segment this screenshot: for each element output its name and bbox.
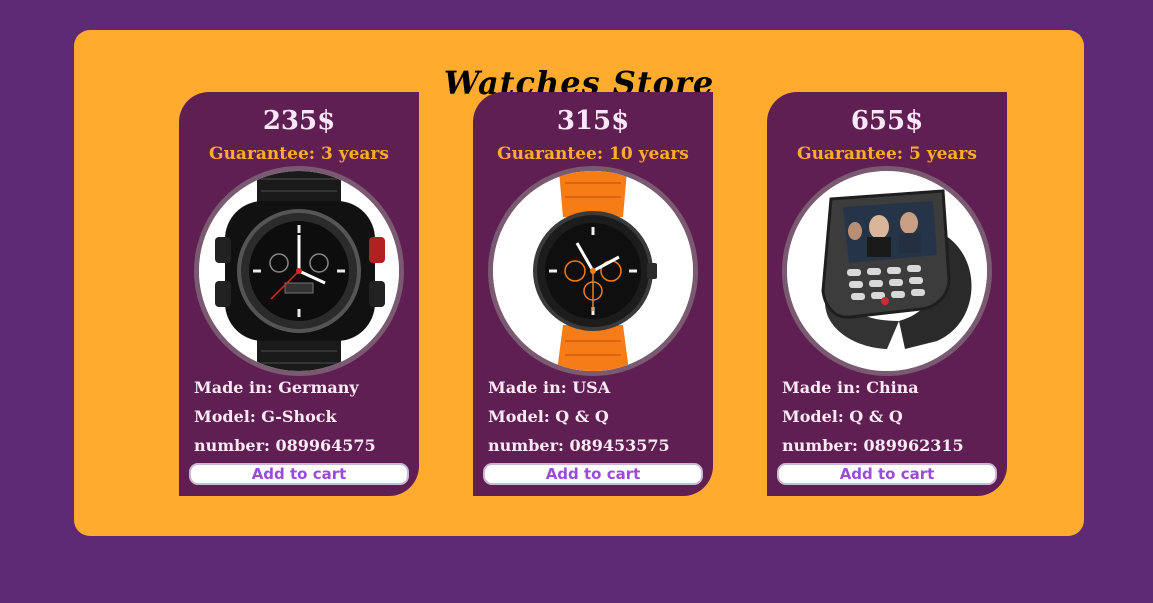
add-to-cart-button[interactable]: Add to cart [483,463,703,485]
product-model: Model: G-Shock [194,407,337,426]
orange-strap-watch-icon [493,171,693,371]
product-image-phone-watch [782,166,992,376]
g-shock-watch-icon [199,171,399,371]
product-made-in: Made in: Germany [194,378,359,397]
product-guarantee: Guarantee: 10 years [497,144,689,164]
add-to-cart-button[interactable]: Add to cart [777,463,997,485]
product-guarantee: Guarantee: 5 years [797,144,977,164]
product-card: 315$ Guarantee: 10 years Made in: USA Mo… [473,92,713,496]
product-number: number: 089962315 [782,436,964,455]
product-model: Model: Q & Q [488,407,609,426]
product-model: Model: Q & Q [782,407,903,426]
product-card: 235$ Guarantee: 3 years Made in: Germany… [179,92,419,496]
product-made-in: Made in: China [782,378,919,397]
product-price: 235$ [262,106,336,136]
product-card: 655$ Guarantee: 5 years Made in: China M… [767,92,1007,496]
phone-watch-icon [787,171,987,371]
product-number: number: 089964575 [194,436,376,455]
product-guarantee: Guarantee: 3 years [209,144,389,164]
product-price: 315$ [556,106,630,136]
product-made-in: Made in: USA [488,378,611,397]
product-image-g-shock [194,166,404,376]
product-image-orange-chronograph [488,166,698,376]
product-price: 655$ [850,106,924,136]
add-to-cart-button[interactable]: Add to cart [189,463,409,485]
product-number: number: 089453575 [488,436,670,455]
